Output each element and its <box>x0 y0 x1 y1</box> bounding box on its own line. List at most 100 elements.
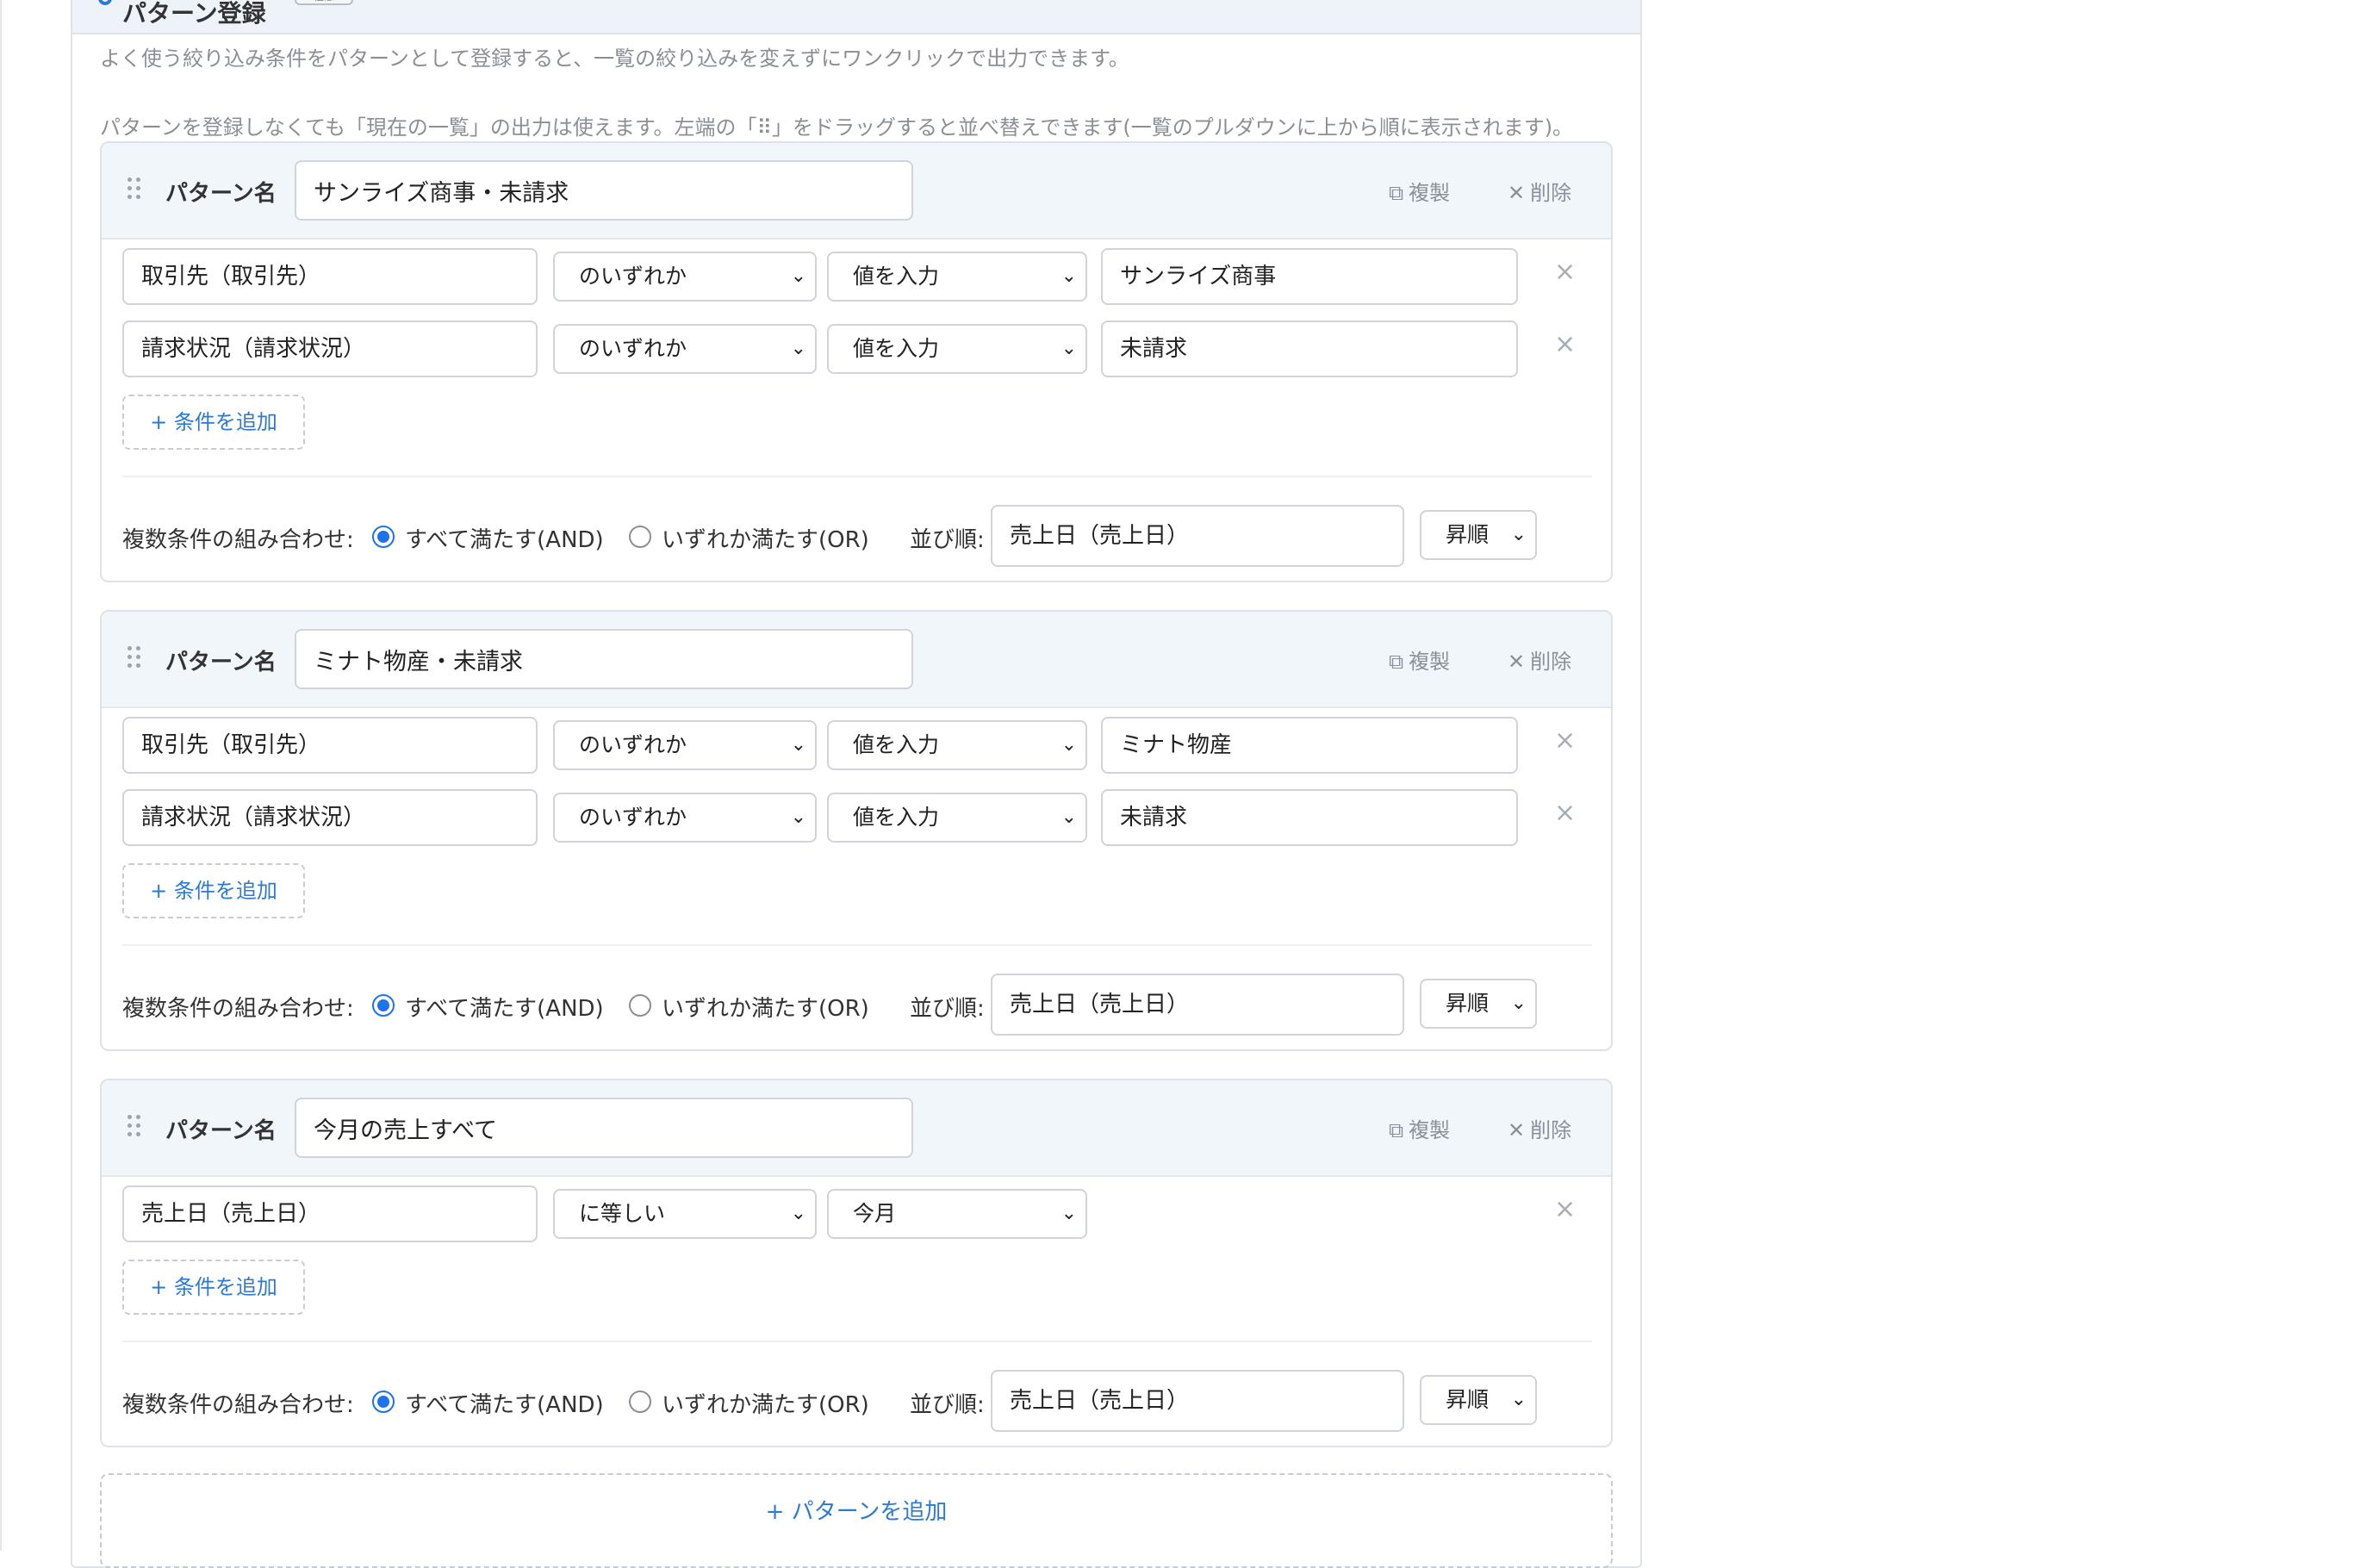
operator-value: のいずれか <box>579 264 687 289</box>
condition-value-input[interactable]: ミナト物産 <box>1101 717 1518 774</box>
condition-operator-select[interactable]: のいずれか ⌄ <box>553 324 817 374</box>
pattern-card-header: パターン名 ⧉複製 ✕削除 <box>102 612 1611 708</box>
pattern-card: パターン名 ⧉複製 ✕削除売上日（売上日） に等しい ⌄ 今月 ⌄ × + 条件を追加複数条件の… <box>100 1079 1613 1447</box>
sort-order-value: 昇順 <box>1446 1387 1490 1412</box>
copy-icon: ⧉ <box>1389 1118 1404 1142</box>
chevron-down-icon: ⌄ <box>1060 806 1077 828</box>
pattern-name-input[interactable] <box>295 160 913 221</box>
radio-or-label[interactable]: いずれか満たす(OR) <box>662 522 869 554</box>
remove-condition-icon[interactable]: × <box>1554 257 1576 287</box>
delete-pattern-button[interactable]: ✕ 削除 <box>1508 1113 1571 1143</box>
condition-value-input[interactable]: サンライズ商事 <box>1101 248 1518 305</box>
duplicate-label: 複製 <box>1409 650 1451 674</box>
combination-label: 複数条件の組み合わせ: <box>122 996 354 1022</box>
condition-mode-select[interactable]: 値を入力 ⌄ <box>827 252 1087 302</box>
radio-or-label[interactable]: いずれか満たす(OR) <box>662 1387 869 1419</box>
pattern-name-label: パターン名 <box>165 181 277 207</box>
condition-operator-select[interactable]: のいずれか ⌄ <box>553 793 817 843</box>
condition-mode-select[interactable]: 値を入力 ⌄ <box>827 324 1087 374</box>
sort-order-value: 昇順 <box>1446 522 1490 547</box>
condition-field-select[interactable]: 請求状況（請求状況） <box>122 320 538 377</box>
sort-field-select[interactable]: 売上日（売上日） <box>991 505 1404 567</box>
section-divider <box>122 1341 1592 1342</box>
remove-condition-icon[interactable]: × <box>1554 329 1576 359</box>
pattern-settings-page: パターン登録 任意 よく使う絞り込み条件をパターンとして登録すると、一覧の絞り込… <box>0 0 2376 1568</box>
condition-operator-select[interactable]: のいずれか ⌄ <box>553 720 817 770</box>
sort-field-select[interactable]: 売上日（売上日） <box>991 1370 1404 1432</box>
remove-condition-icon[interactable]: × <box>1554 798 1576 828</box>
sort-order-select[interactable]: 昇順 ⌄ <box>1420 1375 1537 1425</box>
mode-value: 値を入力 <box>853 805 940 830</box>
pattern-name-input[interactable] <box>295 629 913 689</box>
delete-pattern-button[interactable]: ✕ 削除 <box>1508 644 1571 675</box>
condition-field-select[interactable]: 取引先（取引先） <box>122 248 538 305</box>
radio-and-label[interactable]: すべて満たす(AND) <box>405 991 604 1023</box>
condition-field-select[interactable]: 取引先（取引先） <box>122 717 538 774</box>
radio-or[interactable] <box>629 1391 651 1413</box>
add-condition-button[interactable]: + 条件を追加 <box>122 863 305 918</box>
sort-order-value: 昇順 <box>1446 991 1490 1016</box>
sort-label: 並び順: <box>910 527 985 553</box>
condition-mode-select[interactable]: 値を入力 ⌄ <box>827 720 1087 770</box>
delete-label: 削除 <box>1530 181 1572 205</box>
remove-condition-icon[interactable]: × <box>1554 725 1576 756</box>
condition-value-input[interactable]: 未請求 <box>1101 320 1518 377</box>
sort-order-select[interactable]: 昇順 ⌄ <box>1420 510 1537 560</box>
remove-condition-icon[interactable]: × <box>1554 1194 1576 1224</box>
chevron-down-icon: ⌄ <box>790 265 806 287</box>
radio-or[interactable] <box>629 526 651 548</box>
close-icon: ✕ <box>1508 1118 1526 1142</box>
combination-label: 複数条件の組み合わせ: <box>122 1392 354 1418</box>
condition-mode-select[interactable]: 今月 ⌄ <box>827 1189 1087 1239</box>
add-condition-button[interactable]: + 条件を追加 <box>122 1260 305 1315</box>
radio-or[interactable] <box>629 994 651 1017</box>
radio-and[interactable] <box>372 526 395 548</box>
delete-label: 削除 <box>1530 1118 1572 1142</box>
pattern-name-input[interactable] <box>295 1098 913 1158</box>
pattern-name-label: パターン名 <box>165 1118 277 1144</box>
delete-pattern-button[interactable]: ✕ 削除 <box>1508 176 1571 206</box>
pattern-name-label: パターン名 <box>165 650 277 675</box>
sort-field-select[interactable]: 売上日（売上日） <box>991 974 1404 1036</box>
description-line-1: よく使う絞り込み条件をパターンとして登録すると、一覧の絞り込みを変えずにワンクリ… <box>100 47 1129 71</box>
chevron-down-icon: ⌄ <box>1510 1389 1527 1410</box>
close-icon: ✕ <box>1508 181 1526 205</box>
duplicate-pattern-button[interactable]: ⧉ 複製 <box>1389 1113 1450 1143</box>
pattern-card-header: パターン名 ⧉複製 ✕削除 <box>102 1080 1611 1177</box>
left-divider <box>0 0 2 1551</box>
drag-handle-icon[interactable] <box>128 1115 141 1137</box>
sort-order-select[interactable]: 昇順 ⌄ <box>1420 979 1537 1029</box>
radio-or-label[interactable]: いずれか満たす(OR) <box>662 991 869 1023</box>
duplicate-label: 複製 <box>1409 1118 1451 1142</box>
operator-value: に等しい <box>579 1201 666 1226</box>
add-pattern-button[interactable]: + パターンを追加 <box>100 1473 1613 1568</box>
condition-field-select[interactable]: 請求状況（請求状況） <box>122 789 538 846</box>
optional-badge: 任意 <box>295 0 353 5</box>
panel-header: パターン登録 任意 <box>72 0 1640 34</box>
copy-icon: ⧉ <box>1389 181 1404 205</box>
copy-icon: ⧉ <box>1389 650 1404 674</box>
sort-label: 並び順: <box>910 1392 985 1418</box>
duplicate-pattern-button[interactable]: ⧉ 複製 <box>1389 176 1450 206</box>
condition-operator-select[interactable]: のいずれか ⌄ <box>553 252 817 302</box>
close-icon: ✕ <box>1508 650 1526 674</box>
condition-operator-select[interactable]: に等しい ⌄ <box>553 1189 817 1239</box>
chevron-down-icon: ⌄ <box>1060 734 1077 756</box>
mode-value: 値を入力 <box>853 732 940 757</box>
radio-and-label[interactable]: すべて満たす(AND) <box>405 1387 604 1419</box>
drag-handle-icon[interactable] <box>128 177 141 200</box>
condition-mode-select[interactable]: 値を入力 ⌄ <box>827 793 1087 843</box>
duplicate-pattern-button[interactable]: ⧉ 複製 <box>1389 644 1450 675</box>
condition-value-input[interactable]: 未請求 <box>1101 789 1518 846</box>
radio-and[interactable] <box>372 994 395 1017</box>
chevron-down-icon: ⌄ <box>1510 524 1527 545</box>
add-condition-button[interactable]: + 条件を追加 <box>122 395 305 450</box>
drag-handle-icon[interactable] <box>128 646 141 669</box>
radio-and[interactable] <box>372 1391 395 1413</box>
pattern-card: パターン名 ⧉複製 ✕削除取引先（取引先） のいずれか ⌄ 値を入力 ⌄ サンライズ商事 × 請求… <box>100 141 1613 582</box>
radio-and-label[interactable]: すべて満たす(AND) <box>405 522 604 554</box>
mode-value: 値を入力 <box>853 264 940 289</box>
sort-label: 並び順: <box>910 996 985 1022</box>
section-divider <box>122 944 1592 946</box>
condition-field-select[interactable]: 売上日（売上日） <box>122 1185 538 1242</box>
